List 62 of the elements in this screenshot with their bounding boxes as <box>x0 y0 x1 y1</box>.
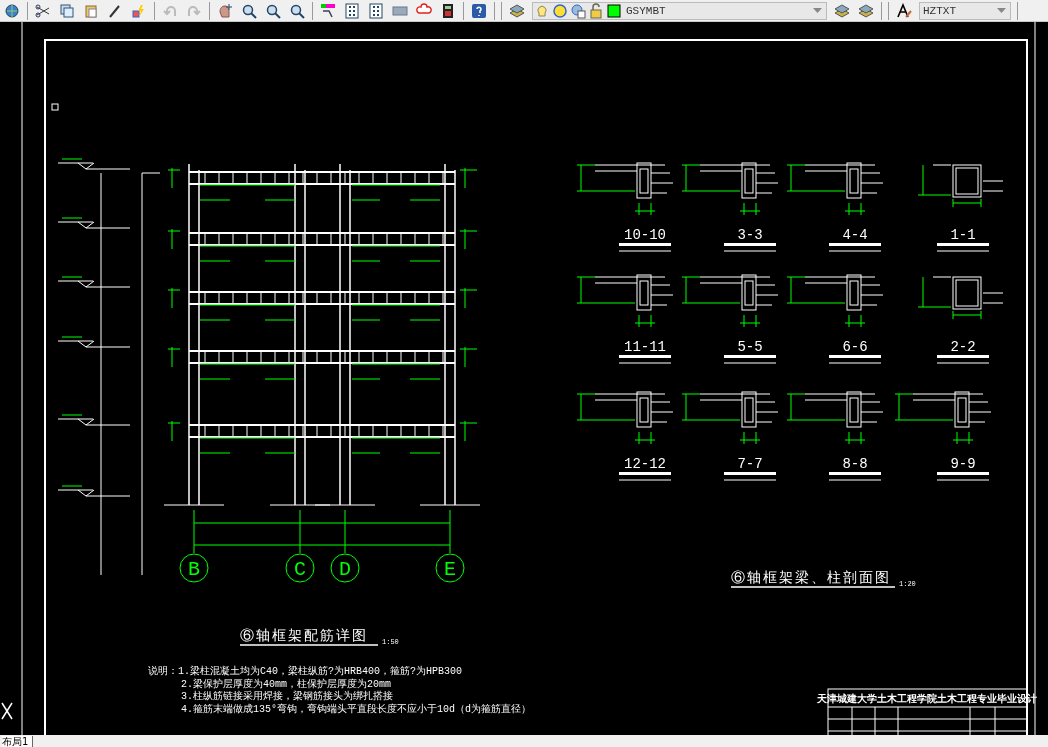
text-style-icon[interactable] <box>896 2 912 19</box>
section-underline <box>937 472 989 475</box>
freeze-icon[interactable] <box>570 2 586 19</box>
calculator-icon[interactable] <box>440 2 456 19</box>
section-label: 2-2 <box>950 339 976 355</box>
axis-label: E <box>444 558 456 581</box>
axis-label: B <box>188 558 200 581</box>
section-label: 8-8 <box>842 456 868 472</box>
section-label: 6-6 <box>842 339 868 355</box>
note-text: 4.箍筋末端做成135°弯钩，弯钩端头平直段长度不应小于10d（d为箍筋直径） <box>181 703 531 715</box>
pan-icon[interactable] <box>217 2 233 19</box>
zoom-window-icon[interactable] <box>265 2 281 19</box>
section-underline <box>619 355 671 358</box>
help-icon[interactable] <box>471 2 487 19</box>
zoom-previous-icon[interactable] <box>289 2 305 19</box>
grid-icon[interactable] <box>368 2 384 19</box>
lock-icon[interactable] <box>588 2 604 19</box>
layer-state-icon[interactable] <box>834 2 850 19</box>
section-underline <box>937 243 989 246</box>
dropdown-caret-icon <box>813 7 822 14</box>
section-label: 9-9 <box>950 456 976 472</box>
section-underline <box>724 355 776 358</box>
text-style-dropdown[interactable]: HZTXT <box>919 1 1011 20</box>
section-label: 4-4 <box>842 227 868 243</box>
note-text: 2.梁保护层厚度为40mm，柱保护层厚度为20mm <box>181 678 391 690</box>
section-underline <box>829 243 881 246</box>
section-label: 3-3 <box>737 227 763 243</box>
section-label: 12-12 <box>624 456 666 472</box>
section-underline <box>619 243 671 246</box>
section-underline <box>724 472 776 475</box>
section-label: 10-10 <box>624 227 666 243</box>
globe-icon[interactable] <box>4 2 20 19</box>
paste-icon[interactable] <box>83 2 99 19</box>
sun-icon[interactable] <box>552 2 568 19</box>
dropdown-caret-icon <box>997 7 1006 14</box>
grid-icon[interactable] <box>344 2 360 19</box>
section-label: 1-1 <box>950 227 976 243</box>
layers-icon[interactable] <box>509 2 525 19</box>
section-underline <box>937 355 989 358</box>
note-text: 3.柱纵筋链接采用焊接，梁钢筋接头为绑扎搭接 <box>181 691 393 702</box>
drawing-title: ⑥轴框架梁、柱剖面图 <box>731 570 891 586</box>
section-underline <box>829 355 881 358</box>
drawing-title: ⑥轴框架配筋详图 <box>240 628 368 644</box>
lightning-icon[interactable] <box>131 2 147 19</box>
grip-marker <box>51 103 59 111</box>
copy-icon[interactable] <box>59 2 75 19</box>
section-underline <box>724 243 776 246</box>
zoom-icon[interactable] <box>241 2 257 19</box>
layer-color-swatch <box>606 2 622 19</box>
ucs-icon <box>1 702 13 720</box>
section-label: 5-5 <box>737 339 763 355</box>
layout-tab[interactable]: 布局1 <box>2 736 34 747</box>
axis-label: C <box>294 558 306 581</box>
section-label: 11-11 <box>624 339 666 355</box>
layer-dropdown[interactable]: GSYMBT <box>532 1 827 20</box>
note-text: 说明：1.梁柱混凝土均为C40，梁柱纵筋?为HRB400，箍筋?为HPB300 <box>148 666 463 677</box>
section-underline <box>619 472 671 475</box>
axis-label: D <box>339 558 351 581</box>
section-underline <box>829 472 881 475</box>
layer-previous-icon[interactable] <box>858 2 874 19</box>
section-label: 7-7 <box>737 456 763 472</box>
cut-icon[interactable] <box>35 2 51 19</box>
